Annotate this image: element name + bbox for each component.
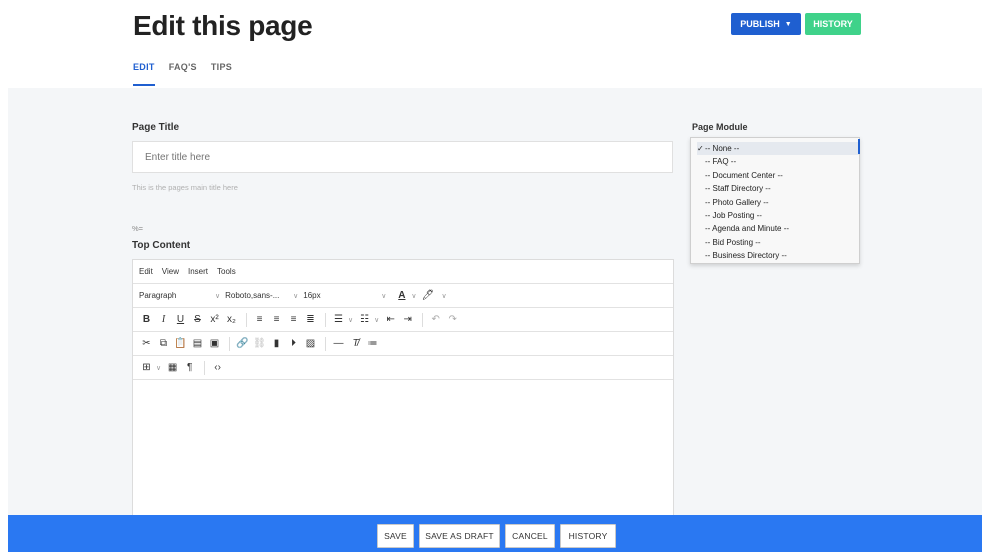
cancel-button[interactable]: CANCEL [505, 524, 555, 548]
align-justify-icon[interactable]: ≣ [303, 312, 318, 328]
paste-word-icon[interactable]: ▣ [207, 336, 222, 352]
page-module-label: Page Module [692, 122, 748, 132]
text-color-icon[interactable]: A [394, 288, 409, 304]
italic-icon[interactable]: I [156, 312, 171, 328]
top-content-label: Top Content [132, 240, 191, 251]
align-center-icon[interactable]: ≡ [269, 312, 284, 328]
editor-toolbar-style: B I U S x² x₂ ≡ ≡ ≡ ≣ ☰ ∨ ☷ ∨ ⇤ ⇥ ↶ ↷ [133, 308, 673, 332]
chevron-down-icon: ∨ [215, 292, 221, 300]
toolbar-divider [246, 312, 247, 327]
pilcrow-icon[interactable]: ¶ [182, 360, 197, 376]
unlink-icon[interactable]: ⛓ [252, 336, 267, 352]
module-option[interactable]: ✓-- None -- [697, 142, 859, 156]
chevron-down-icon: ∨ [293, 292, 299, 300]
toolbar-divider [325, 336, 326, 351]
bookmark-icon[interactable]: ▮ [269, 336, 284, 352]
cut-icon[interactable]: ✂ [139, 336, 154, 352]
table-icon[interactable]: ⊞ [139, 360, 154, 376]
clear-formatting-icon[interactable]: T̸ [348, 336, 363, 352]
source-code-icon[interactable]: ‹› [210, 360, 225, 376]
link-icon[interactable]: 🔗 [235, 336, 250, 352]
tab-tips[interactable]: TIPS [211, 62, 232, 86]
copy-icon[interactable]: ⧉ [156, 336, 171, 352]
toolbar-divider [325, 312, 326, 327]
toolbar-divider [229, 336, 230, 351]
module-option[interactable]: -- Photo Gallery -- [697, 196, 859, 209]
tab-edit[interactable]: EDIT [133, 62, 155, 86]
editor-toolbar-format: Paragraph ∨ Roboto,sans-... ∨ 16px ∨ A ∨… [133, 284, 673, 308]
chevron-down-icon[interactable]: ∨ [374, 316, 379, 324]
history-button-top[interactable]: HISTORY [805, 13, 861, 35]
menu-view[interactable]: View [162, 267, 179, 276]
rich-text-editor: Edit View Insert Tools Paragraph ∨ Robot… [132, 259, 674, 521]
page-module-listbox[interactable]: ✓-- None -- -- FAQ -- -- Document Center… [690, 137, 860, 264]
align-left-icon[interactable]: ≡ [252, 312, 267, 328]
image-icon[interactable]: ▨ [303, 336, 318, 352]
superscript-icon[interactable]: x² [207, 312, 222, 328]
media-icon[interactable]: ⏵ [286, 336, 301, 352]
module-option[interactable]: -- Business Directory -- [697, 249, 859, 262]
page-title-input[interactable] [132, 141, 673, 173]
font-family-value: Roboto,sans-... [225, 291, 280, 300]
undo-icon[interactable]: ↶ [428, 312, 443, 328]
module-option[interactable]: -- Agenda and Minute -- [697, 222, 859, 235]
font-size-value: 16px [303, 291, 321, 300]
save-button[interactable]: SAVE [377, 524, 414, 548]
paragraph-format-icon[interactable]: ≔ [365, 336, 380, 352]
underline-icon[interactable]: U [173, 312, 188, 328]
bold-icon[interactable]: B [139, 312, 154, 328]
checkmark-icon: ✓ [697, 144, 704, 153]
bullet-list-icon[interactable]: ☰ [331, 312, 346, 328]
paste-text-icon[interactable]: ▤ [190, 336, 205, 352]
outdent-icon[interactable]: ⇤ [383, 312, 398, 328]
subscript-icon[interactable]: x₂ [224, 312, 239, 328]
highlight-color-icon[interactable]: 🖊 [421, 288, 436, 304]
indent-icon[interactable]: ⇥ [400, 312, 415, 328]
editor-toolbar-misc: ⊞ ∨ ▦ ¶ ‹› [133, 356, 673, 380]
tab-bar: EDIT FAQ'S TIPS [133, 62, 246, 86]
redo-icon[interactable]: ↷ [445, 312, 460, 328]
module-option[interactable]: -- Job Posting -- [697, 209, 859, 222]
tab-faqs[interactable]: FAQ'S [169, 62, 197, 86]
page-title-help-text: This is the pages main title here [132, 183, 238, 192]
menu-insert[interactable]: Insert [188, 267, 208, 276]
block-format-select[interactable]: Paragraph [139, 291, 205, 300]
numbered-list-icon[interactable]: ☷ [357, 312, 372, 328]
page-title: Edit this page [133, 10, 313, 41]
chevron-down-icon[interactable]: ∨ [411, 292, 416, 300]
horizontal-rule-icon[interactable]: — [331, 336, 346, 352]
save-as-draft-button[interactable]: SAVE AS DRAFT [419, 524, 500, 548]
module-option[interactable]: -- FAQ -- [697, 155, 859, 168]
editor-menubar: Edit View Insert Tools [133, 260, 673, 284]
module-option[interactable]: -- Staff Directory -- [697, 182, 859, 195]
editor-toolbar-edit: ✂ ⧉ 📋 ▤ ▣ 🔗 ⛓ ▮ ⏵ ▨ — T̸ ≔ [133, 332, 673, 356]
chevron-down-icon[interactable]: ∨ [348, 316, 353, 324]
template-icon[interactable]: ▦ [165, 360, 180, 376]
chevron-down-icon[interactable]: ∨ [442, 292, 447, 300]
block-format-value: Paragraph [139, 291, 177, 300]
menu-edit[interactable]: Edit [139, 267, 153, 276]
align-right-icon[interactable]: ≡ [286, 312, 301, 328]
paste-icon[interactable]: 📋 [173, 336, 188, 352]
editor-content-area[interactable] [133, 380, 673, 520]
module-option[interactable]: -- Bid Posting -- [697, 236, 859, 249]
chevron-down-icon: ∨ [381, 292, 387, 300]
chevron-down-icon[interactable]: ∨ [156, 364, 161, 372]
module-option[interactable]: -- Document Center -- [697, 169, 859, 182]
toolbar-divider [422, 312, 424, 327]
publish-label: PUBLISH [740, 19, 780, 29]
strikethrough-icon[interactable]: S [190, 312, 205, 328]
menu-tools[interactable]: Tools [217, 267, 236, 276]
listbox-scrollbar[interactable] [858, 139, 860, 154]
publish-button[interactable]: PUBLISH ▼ [731, 13, 801, 35]
toolbar-divider [204, 360, 206, 375]
content-tag: %= [132, 224, 144, 233]
caret-down-icon: ▼ [784, 20, 792, 28]
font-family-select[interactable]: Roboto,sans-... [225, 291, 283, 300]
page-title-label: Page Title [132, 122, 180, 133]
history-button-footer[interactable]: HISTORY [560, 524, 616, 548]
font-size-select[interactable]: 16px [303, 291, 371, 300]
